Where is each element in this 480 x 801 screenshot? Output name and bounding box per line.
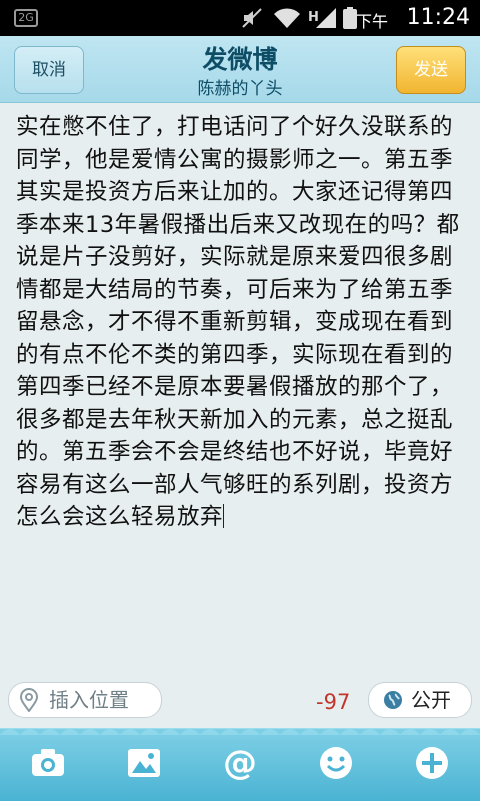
svg-text:@: @ — [223, 743, 257, 783]
image-icon[interactable] — [124, 743, 164, 783]
mention-icon[interactable]: @ — [220, 743, 260, 783]
mute-icon — [240, 6, 264, 30]
visibility-button[interactable]: 公开 — [368, 682, 472, 718]
title-bar: 取消 发微博 陈赫的丫头 发送 — [0, 36, 480, 103]
status-bar: 2G H 下午 11:24 — [0, 0, 480, 36]
location-pin-icon — [19, 688, 39, 713]
add-icon[interactable] — [412, 743, 452, 783]
compose-text: 实在憋不住了，打电话问了个好久没联系的同学，他是爱情公寓的摄影师之一。第五季其实… — [16, 114, 460, 530]
text-cursor — [223, 504, 225, 528]
compose-area[interactable]: 实在憋不住了，打电话问了个好久没联系的同学，他是爱情公寓的摄影师之一。第五季其实… — [0, 103, 480, 673]
insert-location-button[interactable]: 插入位置 — [8, 682, 162, 718]
signal-icon — [314, 6, 338, 30]
notification-badge-text: 2G — [18, 11, 34, 24]
compose-toolbar: @ — [0, 728, 480, 801]
ampm-label: 下午 — [355, 12, 388, 31]
globe-icon — [383, 690, 403, 710]
toolbar-edge-decoration — [0, 729, 480, 735]
location-label: 插入位置 — [49, 688, 129, 712]
camera-icon[interactable] — [28, 743, 68, 783]
emoji-icon[interactable] — [316, 743, 356, 783]
clock: 11:24 — [406, 5, 470, 30]
compose-text-body[interactable]: 实在憋不住了，打电话问了个好久没联系的同学，他是爱情公寓的摄影师之一。第五季其实… — [16, 111, 464, 534]
visibility-label: 公开 — [411, 688, 451, 712]
character-count: -97 — [316, 690, 351, 714]
send-button[interactable]: 发送 — [396, 46, 466, 94]
wifi-icon — [272, 6, 302, 30]
notification-icon: 2G — [14, 9, 38, 27]
